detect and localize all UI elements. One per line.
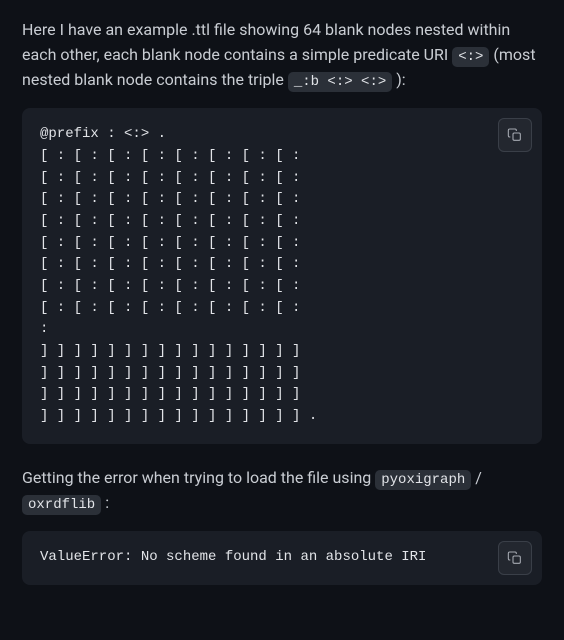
post-body: Here I have an example .ttl file showing… [0,0,564,640]
inline-code-pyoxigraph: pyoxigraph [375,470,471,490]
intro-text-post: ): [396,70,405,89]
copy-button[interactable] [498,118,532,152]
ttl-code-content[interactable]: @prefix : <:> . [ : [ : [ : [ : [ : [ : … [40,124,524,428]
copy-icon [507,127,523,143]
inline-code-inner-triple: _:b <:> <:> [288,72,392,92]
error-code-block: ValueError: No scheme found in an absolu… [22,531,542,585]
copy-button[interactable] [498,541,532,575]
error-intro-pre: Getting the error when trying to load th… [22,468,375,487]
error-intro-post: : [105,493,109,512]
copy-icon [507,550,523,566]
inline-code-predicate-iri: <:> [452,47,489,67]
ttl-code-block: @prefix : <:> . [ : [ : [ : [ : [ : [ : … [22,108,542,444]
error-intro-sep: / [475,468,482,487]
intro-text-pre: Here I have an example .ttl file showing… [22,20,510,64]
error-intro-paragraph: Getting the error when trying to load th… [22,466,542,517]
intro-paragraph: Here I have an example .ttl file showing… [22,18,542,94]
inline-code-oxrdflib: oxrdflib [22,495,101,515]
error-code-content[interactable]: ValueError: No scheme found in an absolu… [40,547,524,569]
